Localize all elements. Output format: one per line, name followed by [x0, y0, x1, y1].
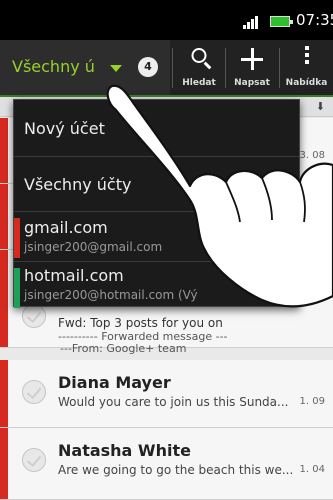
search-label: Hledat: [182, 78, 216, 88]
account-color-bar: [0, 250, 8, 347]
select-checkbox[interactable]: [22, 380, 46, 404]
divider: [172, 48, 173, 88]
mail-date: 1. 09: [299, 396, 325, 407]
dropdown-item-new-account[interactable]: Nový účet: [14, 100, 299, 157]
menu-label: Nabídka: [285, 78, 328, 88]
account-color-bar: [0, 428, 8, 499]
compose-button[interactable]: Napsat: [226, 40, 278, 95]
dropdown-item-label: Nový účet: [24, 119, 105, 138]
mail-date: 3. 08: [299, 150, 325, 161]
dropdown-item-label: Všechny účty: [24, 175, 132, 194]
mail-date: 1. 04: [299, 464, 325, 475]
menu-button[interactable]: Nabídka: [280, 40, 333, 95]
plus-icon: [241, 48, 263, 70]
mail-snippet: ---From: Google+ team: [60, 342, 187, 355]
more-options-icon: [304, 46, 309, 67]
dropdown-item-hotmail[interactable]: hotmail.com jsinger200@hotmail.com (Vý: [14, 262, 299, 308]
account-selector[interactable]: Všechny ú 4: [0, 40, 170, 95]
compose-label: Napsat: [234, 78, 270, 88]
account-selector-label: Všechny ú: [12, 57, 95, 76]
mail-sender: Diana Mayer: [58, 373, 171, 392]
battery-icon: [270, 16, 293, 27]
list-item[interactable]: Diana Mayer Would you care to join us th…: [0, 360, 333, 428]
dropdown-item-label: gmail.com: [24, 218, 108, 237]
account-color-bar: [0, 184, 8, 249]
mail-snippet: Are we going to go the beach this we...: [58, 463, 294, 477]
select-checkbox[interactable]: [22, 448, 46, 472]
dropdown-item-all-accounts[interactable]: Všechny účty: [14, 157, 299, 212]
dropdown-arrow-icon: [110, 65, 122, 72]
dropdown-item-label: hotmail.com: [24, 266, 124, 285]
account-dropdown: Nový účet Všechny účty gmail.com jsinger…: [13, 99, 300, 308]
list-item[interactable]: Natasha White Are we going to go the bea…: [0, 428, 333, 500]
status-time: 07:35: [296, 11, 333, 29]
status-bar: 07:35: [0, 0, 333, 40]
search-button[interactable]: Hledat: [174, 40, 224, 95]
mail-snippet: Would you care to join us this Sunda...: [58, 395, 289, 409]
action-bar: Všechny ú 4 Hledat Napsat Nabídka: [0, 40, 333, 97]
account-color-bar: [0, 360, 8, 427]
unread-count-badge: 4: [138, 57, 158, 77]
dropdown-item-gmail[interactable]: gmail.com jsinger200@gmail.com: [14, 212, 299, 262]
dropdown-item-email: jsinger200@gmail.com: [24, 240, 163, 254]
account-color-bar: [14, 218, 20, 258]
search-icon: [191, 48, 207, 63]
account-color-bar: [14, 268, 20, 308]
account-color-bar: [0, 118, 8, 183]
sort-arrow-icon[interactable]: ⬇: [316, 100, 325, 113]
mail-sender: Natasha White: [58, 441, 191, 460]
dropdown-item-email: jsinger200@hotmail.com (Vý: [24, 288, 198, 302]
signal-icon: [243, 15, 263, 29]
mail-subject: Fwd: Top 3 posts for you on: [58, 316, 223, 330]
